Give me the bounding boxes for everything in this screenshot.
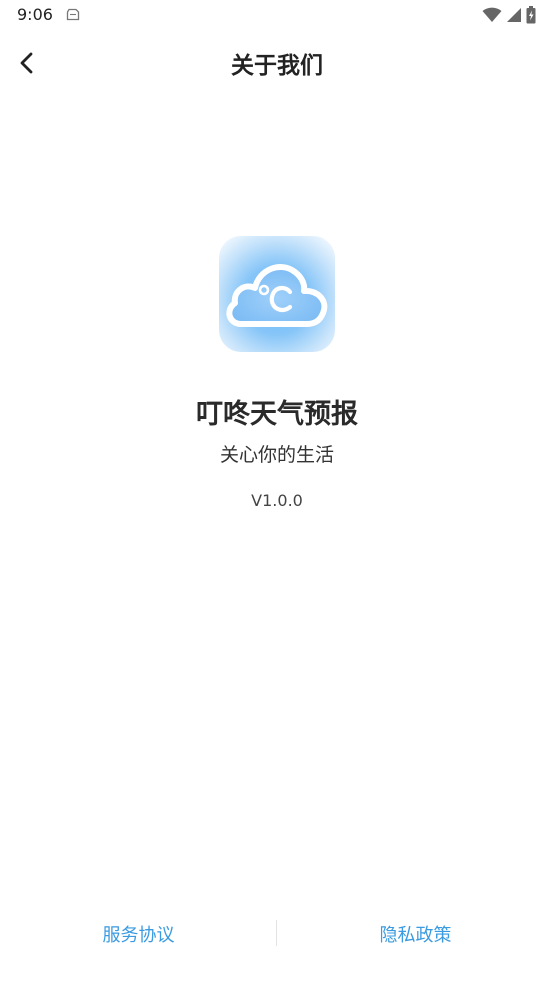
app-name: 叮咚天气预报: [196, 399, 358, 430]
footer-links: 服务协议 隐私政策: [0, 915, 554, 951]
status-icons: [482, 6, 536, 24]
status-time: 9:06: [17, 5, 53, 24]
cloud-celsius-icon: [226, 264, 328, 327]
cellular-signal-icon: [507, 8, 521, 22]
app-header: 关于我们: [0, 30, 554, 96]
app-version: V1.0.0: [251, 491, 303, 510]
privacy-policy-link[interactable]: 隐私政策: [277, 921, 554, 947]
status-bar: 9:06: [0, 0, 554, 30]
about-us-screen: 9:06 关于我们 叮咚天气预报 关心你的生活 V1.0.0 服务协议 隐私政策: [0, 0, 554, 984]
page-title: 关于我们: [231, 53, 323, 79]
sim-card-icon: [66, 8, 80, 21]
battery-charging-icon: [526, 6, 536, 24]
app-slogan: 关心你的生活: [219, 444, 334, 466]
wifi-icon: [482, 7, 502, 22]
app-logo: [219, 236, 335, 352]
service-agreement-link[interactable]: 服务协议: [0, 921, 277, 947]
